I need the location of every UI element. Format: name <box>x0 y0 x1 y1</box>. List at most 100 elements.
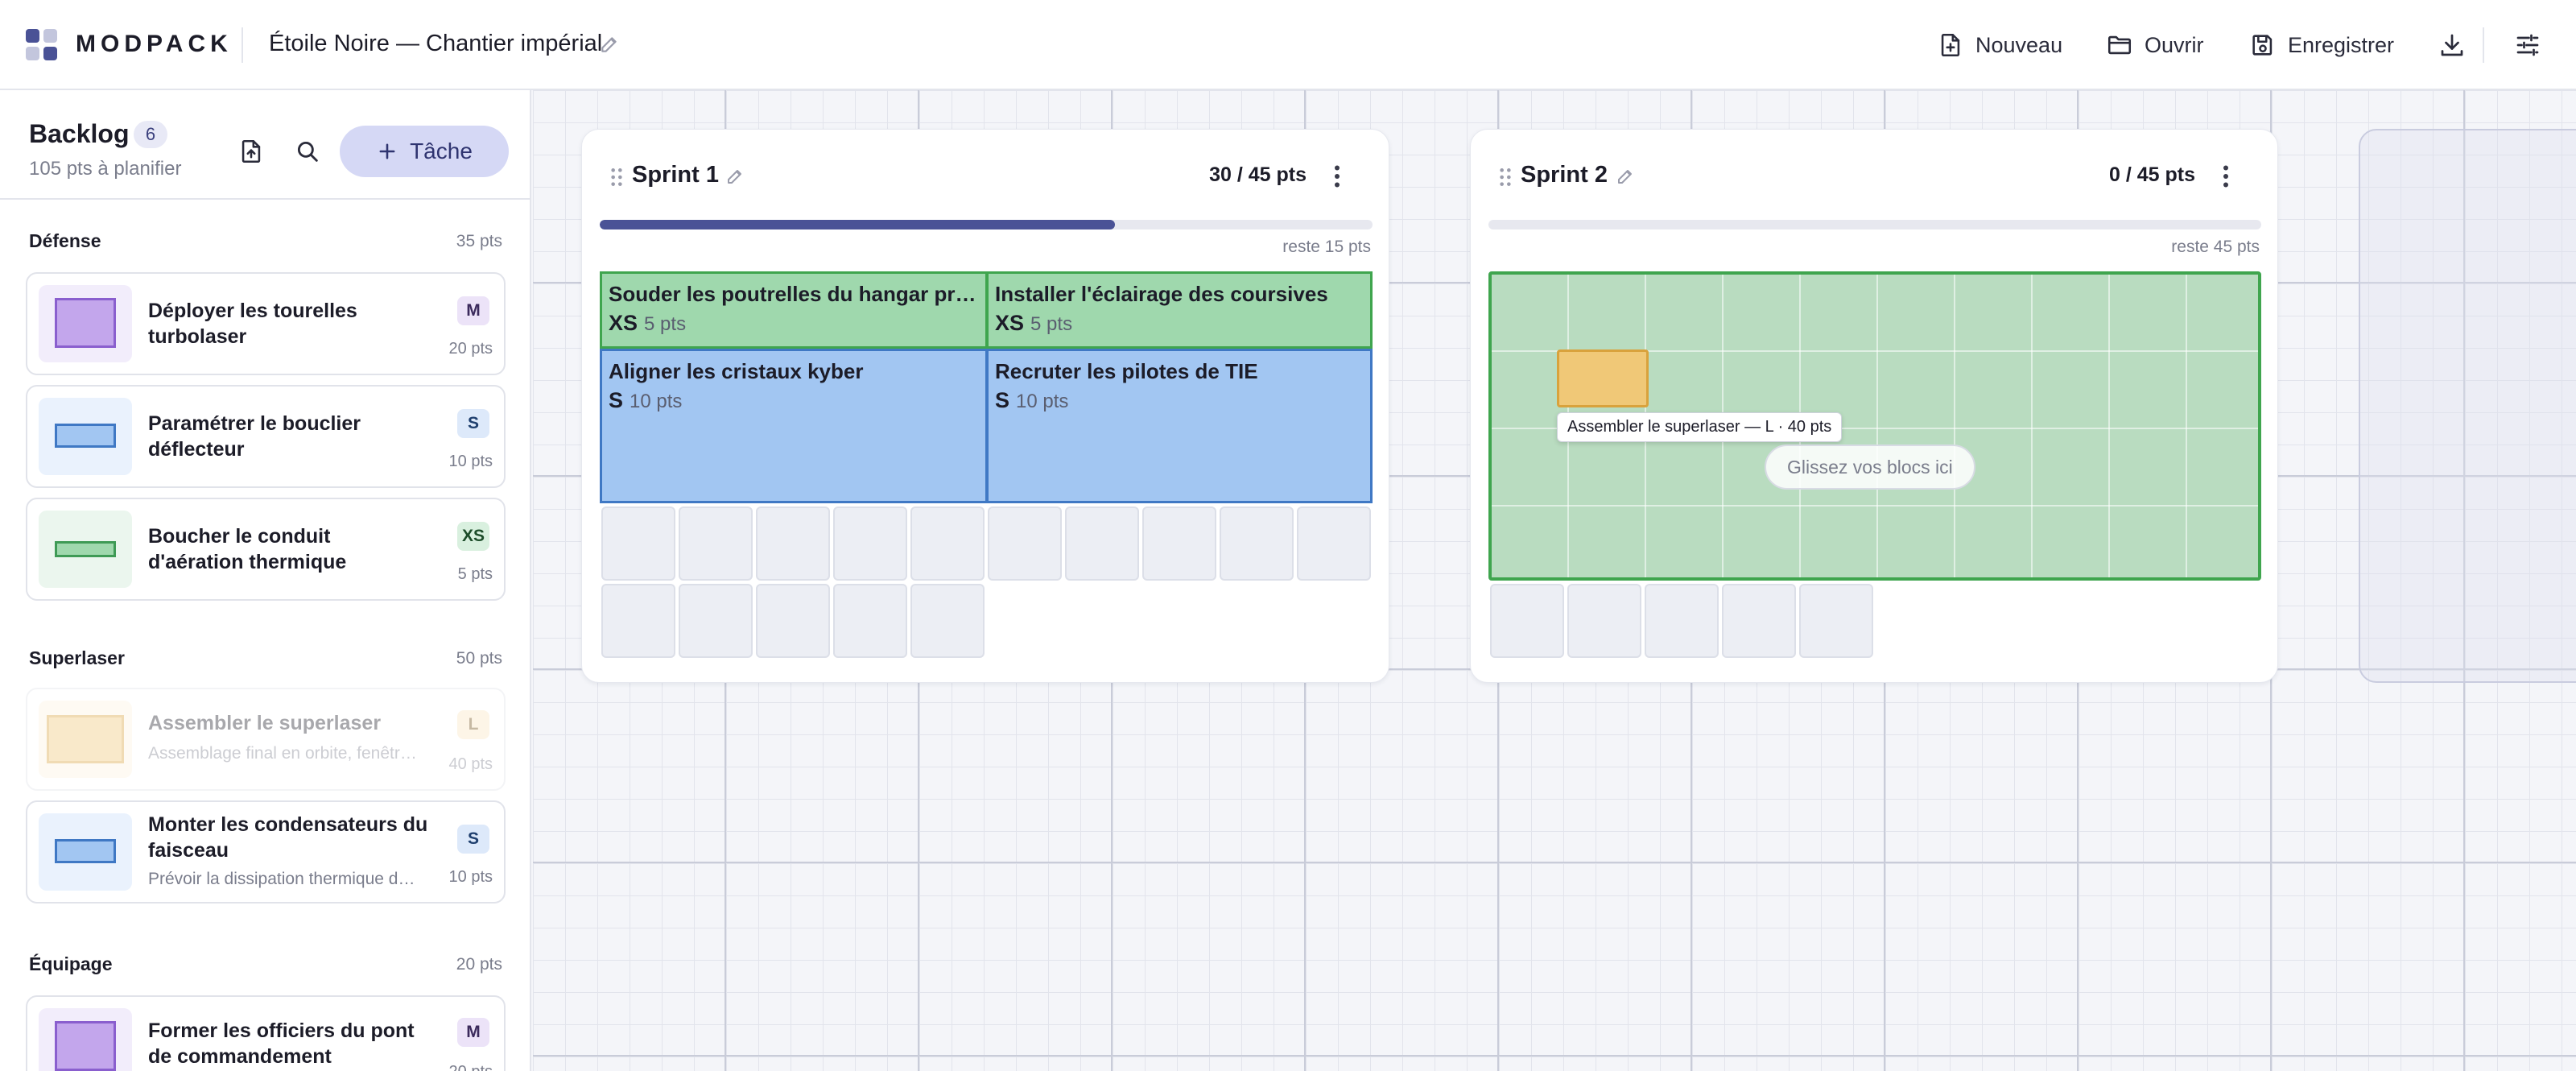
sliders-icon <box>2516 34 2539 56</box>
task-thumbnail <box>39 511 132 588</box>
backlog-subtitle: 105 pts à planifier <box>29 158 182 180</box>
task-thumbnail <box>39 813 132 891</box>
add-task-button[interactable]: Tâche <box>340 126 509 177</box>
sprint-capacity: 0 / 45 pts <box>2109 163 2195 186</box>
group-title: Superlaser <box>29 647 125 668</box>
empty-slot[interactable] <box>833 584 907 658</box>
download-button[interactable] <box>2434 27 2470 63</box>
save-button-label: Enregistrer <box>2288 32 2395 57</box>
drag-preview-block[interactable] <box>1557 349 1649 407</box>
backlog-header: Backlog 6 105 pts à planifier Tâche <box>0 90 530 200</box>
more-vertical-icon[interactable] <box>2211 162 2240 191</box>
open-button[interactable]: Ouvrir <box>2106 24 2204 66</box>
size-badge: XS <box>456 522 489 551</box>
app-logo-icon <box>26 29 58 61</box>
empty-slot[interactable] <box>756 584 830 658</box>
sprint-title: Sprint 1 <box>632 162 719 188</box>
drag-handle-icon[interactable] <box>609 167 624 188</box>
block-size: S <box>609 388 624 412</box>
empty-slot[interactable] <box>833 507 907 581</box>
download-icon <box>2441 34 2463 56</box>
task-card-dragging[interactable]: Assembler le superlaser Assemblage final… <box>26 688 506 791</box>
group-points: 50 pts <box>456 649 502 668</box>
task-title: Former les officiers du pont de commande… <box>148 1019 415 1068</box>
group-title: Défense <box>29 230 101 251</box>
sprint-block[interactable]: Souder les poutrelles du hangar prin… XS… <box>600 271 988 349</box>
task-thumbnail <box>39 285 132 362</box>
task-description: Prévoir la dissipation thermique d… <box>148 870 415 888</box>
group-title: Équipage <box>29 953 113 974</box>
task-points: 10 pts <box>448 868 493 886</box>
task-thumbnail <box>39 398 132 475</box>
sprint-remaining: reste 45 pts <box>2171 238 2260 256</box>
task-points: 5 pts <box>457 565 493 583</box>
empty-slot[interactable] <box>1645 584 1719 658</box>
search-icon <box>297 141 318 162</box>
group-points: 20 pts <box>456 955 502 974</box>
size-badge: M <box>457 1018 489 1047</box>
block-points: 10 pts <box>630 391 683 412</box>
empty-slot[interactable] <box>1065 507 1139 581</box>
task-title: Boucher le conduit d'aération thermique <box>148 525 347 573</box>
task-card[interactable]: Monter les condensateurs du faisceau Pré… <box>26 800 506 904</box>
task-card[interactable]: Paramétrer le bouclier déflecteur S 10 p… <box>26 385 506 488</box>
task-card[interactable]: Boucher le conduit d'aération thermique … <box>26 498 506 601</box>
block-points: 5 pts <box>1030 313 1073 335</box>
header-divider <box>242 27 243 63</box>
empty-slot[interactable] <box>1722 584 1796 658</box>
backlog-count-badge: 6 <box>134 121 167 148</box>
task-thumbnail <box>39 1008 132 1071</box>
block-title: Recruter les pilotes de TIE <box>995 359 1258 383</box>
task-card[interactable]: Former les officiers du pont de commande… <box>26 995 506 1071</box>
empty-slot[interactable] <box>601 584 675 658</box>
planning-canvas[interactable]: Sprint 1 30 / 45 pts reste 15 pts Souder… <box>533 90 2576 1071</box>
empty-slot[interactable] <box>679 584 753 658</box>
block-size: XS <box>995 311 1025 335</box>
pencil-icon[interactable] <box>1616 167 1635 186</box>
empty-slot[interactable] <box>1297 507 1371 581</box>
group-points: 35 pts <box>456 232 502 250</box>
empty-slot[interactable] <box>679 507 753 581</box>
sprint-block[interactable]: Aligner les cristaux kyber S 10 pts <box>600 349 988 503</box>
empty-slot[interactable] <box>1567 584 1641 658</box>
sprint-block[interactable]: Installer l'éclairage des coursives XS 5 … <box>986 271 1373 349</box>
empty-slot[interactable] <box>1220 507 1294 581</box>
empty-slot[interactable] <box>910 507 985 581</box>
task-points: 20 pts <box>448 340 493 358</box>
empty-slot[interactable] <box>988 507 1062 581</box>
file-plus-icon <box>1941 33 1960 57</box>
import-button[interactable] <box>233 134 269 169</box>
open-button-label: Ouvrir <box>2145 32 2204 57</box>
pencil-icon[interactable] <box>599 34 620 55</box>
drag-handle-icon[interactable] <box>1498 167 1513 188</box>
empty-slot[interactable] <box>1142 507 1216 581</box>
sprint-capacity: 30 / 45 pts <box>1209 163 1307 186</box>
empty-slot[interactable] <box>1799 584 1873 658</box>
empty-slot[interactable] <box>910 584 985 658</box>
sprint-progress <box>600 220 1373 229</box>
task-thumbnail <box>39 701 132 778</box>
settings-button[interactable] <box>2510 27 2545 63</box>
plus-icon <box>379 143 395 159</box>
save-button[interactable]: Enregistrer <box>2249 24 2394 66</box>
size-badge: M <box>457 296 489 325</box>
sprint-title: Sprint 2 <box>1521 162 1608 188</box>
brand-name: MODPACK <box>76 31 233 57</box>
pencil-icon[interactable] <box>725 167 745 186</box>
backlog-sidebar: Backlog 6 105 pts à planifier Tâche Défe… <box>0 90 531 1071</box>
more-vertical-icon[interactable] <box>1323 162 1352 191</box>
new-button[interactable]: Nouveau <box>1937 24 2062 66</box>
sprint-placeholder[interactable] <box>2359 129 2576 683</box>
add-task-label: Tâche <box>410 139 473 163</box>
block-title: Souder les poutrelles du hangar prin… <box>609 282 977 306</box>
sprint-block[interactable]: Recruter les pilotes de TIE S 10 pts <box>986 349 1373 503</box>
project-title[interactable]: Étoile Noire — Chantier impérial <box>269 31 602 57</box>
empty-slot[interactable] <box>601 507 675 581</box>
task-card[interactable]: Déployer les tourelles turbolaser M 20 p… <box>26 272 506 375</box>
block-size: S <box>995 388 1010 412</box>
search-button[interactable] <box>290 134 325 169</box>
empty-slot[interactable] <box>1490 584 1564 658</box>
empty-slot[interactable] <box>756 507 830 581</box>
sprint-card: Sprint 1 30 / 45 pts reste 15 pts Souder… <box>581 129 1389 683</box>
folder-icon <box>2107 35 2132 55</box>
